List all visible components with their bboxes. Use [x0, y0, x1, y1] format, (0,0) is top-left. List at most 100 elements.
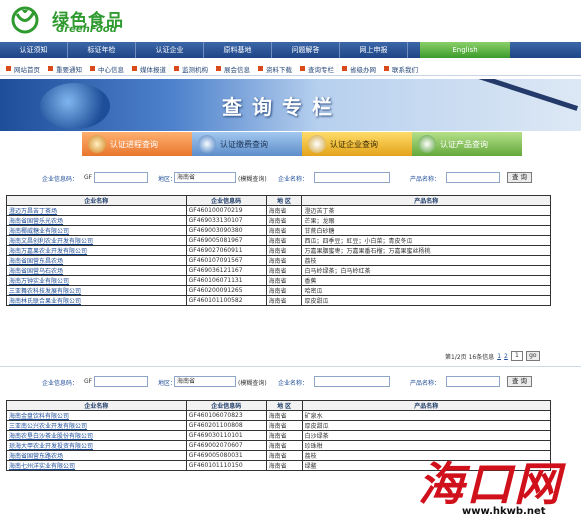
- cell-company-name[interactable]: 海南椰威糖业有限公司: [6, 225, 187, 236]
- cell-enterprise-code: GF460106070823: [185, 410, 267, 421]
- go-button[interactable]: go: [525, 351, 540, 361]
- magnifier-icon: [418, 135, 436, 153]
- topnav-item-certified-companies[interactable]: 认证企业: [136, 42, 204, 58]
- subnav-item-center-info[interactable]: 中心信息: [90, 64, 124, 74]
- query-tabs: 认证进程查询 认证缴费查询 认证企业查询 认证产品查询: [82, 132, 522, 156]
- bullet-icon: [216, 66, 221, 71]
- subnav-item-query[interactable]: 查询专栏: [300, 64, 334, 74]
- topnav-item-certification-notice[interactable]: 认证须知: [0, 42, 68, 58]
- topnav-item-online-application[interactable]: 网上申报: [340, 42, 408, 58]
- tab-certified-company[interactable]: 认证企业查询: [302, 132, 412, 156]
- subnav-item-exhibitions[interactable]: 展会信息: [216, 64, 250, 74]
- table-row: 海南林氏联合果业有限公司 GF460101100582 海南省 厚皮甜瓜: [6, 295, 551, 306]
- bullet-icon: [90, 66, 95, 71]
- bullet-icon: [342, 66, 347, 71]
- subnav-item-home[interactable]: 网站首页: [6, 64, 40, 74]
- cell-company-name[interactable]: 海南林氏联合果业有限公司: [6, 295, 187, 306]
- cell-company-name[interactable]: 海南万嘉果农业开发有限公司: [6, 245, 187, 256]
- subnav-item-notices[interactable]: 重要通知: [48, 64, 82, 74]
- cell-company-name[interactable]: 海南省国营乐光农场: [6, 215, 187, 226]
- cell-product-name: 白沙绿茶: [301, 430, 552, 441]
- cell-enterprise-code: GF460101110150: [185, 460, 267, 471]
- table-row: 三亚舞农科技发展有限公司 GF460200091265 海南省 哈密瓜: [6, 285, 551, 296]
- fuzzy-hint: (模糊查询): [238, 176, 267, 183]
- enterprise-code-input[interactable]: [94, 172, 148, 183]
- subnav-item-monitoring[interactable]: 监测机构: [174, 64, 208, 74]
- topnav-item-raw-material-base[interactable]: 原料基地: [204, 42, 272, 58]
- subnav-item-media[interactable]: 媒体报道: [132, 64, 166, 74]
- cell-company-name[interactable]: 三亚舞农科技发展有限公司: [6, 285, 187, 296]
- subnav-item-downloads[interactable]: 资料下载: [258, 64, 292, 74]
- topnav-item-annual-inspection[interactable]: 标证年检: [68, 42, 136, 58]
- table-row: 海南省国营乌石农场 GF469036121167 海南省 白马岭绿茶；白马岭红茶: [6, 265, 551, 276]
- col-header-region[interactable]: 地 区: [265, 400, 303, 411]
- green-food-logo-icon[interactable]: [8, 6, 42, 34]
- cell-product-name: 荔枝: [301, 255, 551, 266]
- cell-region: 海南省: [265, 245, 303, 256]
- cell-company-name[interactable]: 海南省国营乌石农场: [6, 265, 187, 276]
- query-banner: 查询专栏: [0, 79, 581, 131]
- company-name-label: 企业名称：: [278, 176, 309, 183]
- subnav-item-provincial-offices[interactable]: 省级办网: [342, 64, 376, 74]
- bullet-icon: [384, 66, 389, 71]
- product-name-input[interactable]: [446, 172, 500, 183]
- tab-certification-fee[interactable]: 认证缴费查询: [192, 132, 302, 156]
- product-name-input[interactable]: [446, 376, 500, 387]
- cell-company-name[interactable]: 海南省国营东昌农场: [6, 255, 187, 266]
- col-header-region[interactable]: 地 区: [265, 195, 303, 206]
- page-link-2[interactable]: 2: [504, 353, 508, 360]
- cell-product-name: 白马岭绿茶；白马岭红茶: [301, 265, 551, 276]
- cell-enterprise-code: GF460106071131: [185, 275, 267, 286]
- pen-image: [471, 79, 579, 111]
- cell-enterprise-code: GF469033130107: [185, 215, 267, 226]
- enterprise-code-input[interactable]: [94, 376, 148, 387]
- cell-region: 海南省: [265, 430, 303, 441]
- cell-enterprise-code: GF460201100808: [185, 420, 267, 431]
- company-name-label: 企业名称：: [278, 380, 309, 387]
- tab-certified-product[interactable]: 认证产品查询: [412, 132, 522, 156]
- page-number-input[interactable]: 1: [510, 351, 523, 361]
- tab-certification-progress[interactable]: 认证进程查询: [82, 132, 192, 156]
- region-input[interactable]: 海南省: [174, 376, 236, 387]
- watermark-logo: 海口网: [418, 457, 562, 511]
- bullet-icon: [174, 66, 179, 71]
- site-header: 绿色食品 GreenFood: [0, 0, 581, 42]
- col-header-product[interactable]: 产品名称: [301, 195, 551, 206]
- col-header-code[interactable]: 企业信息码: [185, 400, 267, 411]
- subnav-item-contact[interactable]: 联系我们: [384, 64, 418, 74]
- search-button[interactable]: 查 询: [507, 172, 532, 183]
- magnifier-icon: [88, 135, 106, 153]
- cell-company-name[interactable]: 海南农垦白沙茶业股份有限公司: [6, 430, 187, 441]
- col-header-product[interactable]: 产品名称: [301, 400, 552, 411]
- bullet-icon: [258, 66, 263, 71]
- logo-subtitle: GreenFood: [56, 24, 117, 35]
- product-name-label: 产品名称：: [410, 380, 441, 387]
- cell-company-name[interactable]: 海南省国营东路农场: [6, 450, 187, 461]
- search-button[interactable]: 查 询: [507, 376, 532, 387]
- page-link-1[interactable]: 1: [497, 353, 501, 360]
- cell-region: 海南省: [265, 275, 303, 286]
- section-divider: [0, 366, 581, 367]
- region-input[interactable]: 海南省: [174, 172, 236, 183]
- company-name-input[interactable]: [314, 376, 390, 387]
- cell-company-name[interactable]: 海南金盘饮料有限公司: [6, 410, 187, 421]
- results-table: 企业名称 企业信息码 地 区 产品名称 澄迈万昌苦丁茶场 GF4601000702…: [6, 195, 551, 306]
- cell-company-name[interactable]: 澄迈万昌苦丁茶场: [6, 205, 187, 216]
- cell-enterprise-code: GF469030110101: [185, 430, 267, 441]
- enterprise-code-label: 企业信息码：: [42, 380, 79, 387]
- topnav-item-faq[interactable]: 问题解答: [272, 42, 340, 58]
- cell-company-name[interactable]: 三亚南公兴农业开发有限公司: [6, 420, 187, 431]
- cell-company-name[interactable]: 海南文昌创利农业开发有限公司: [6, 235, 187, 246]
- cell-company-name[interactable]: 海南万钟实业有限公司: [6, 275, 187, 286]
- cell-company-name[interactable]: 琼海大甲农业开发投资有限公司: [6, 440, 187, 451]
- col-header-code[interactable]: 企业信息码: [185, 195, 267, 206]
- enterprise-code-label: 企业信息码：: [42, 176, 79, 183]
- cell-product-name: 香蕉: [301, 275, 551, 286]
- company-name-input[interactable]: [314, 172, 390, 183]
- bullet-icon: [132, 66, 137, 71]
- cell-company-name[interactable]: 海南七州洋实业有限公司: [6, 460, 187, 471]
- english-link[interactable]: English: [420, 42, 510, 58]
- col-header-company[interactable]: 企业名称: [6, 195, 187, 206]
- sub-nav: 网站首页 重要通知 中心信息 媒体报道 监测机构 展会信息 资料下载 查询专栏 …: [0, 62, 581, 76]
- col-header-company[interactable]: 企业名称: [6, 400, 187, 411]
